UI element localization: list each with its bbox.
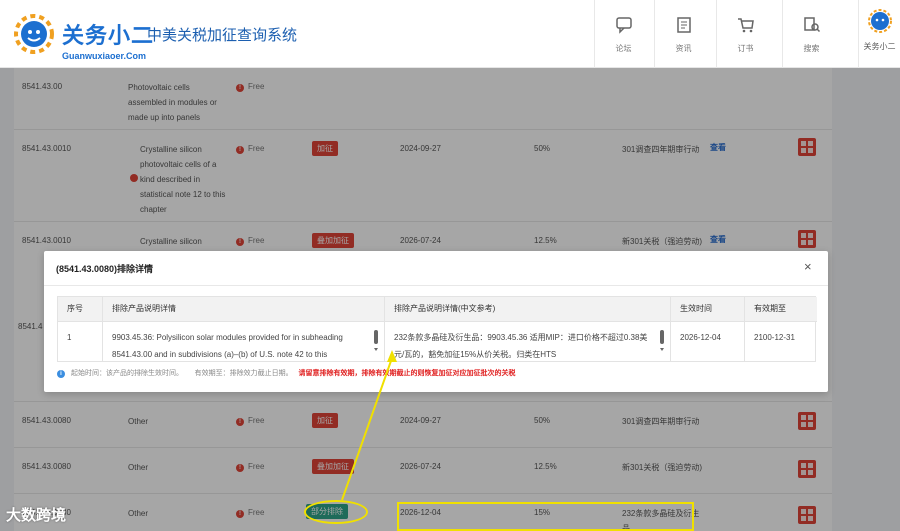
annotation-arrow xyxy=(341,350,397,501)
annotation-highlight-tag xyxy=(304,500,368,524)
annotation-highlight-row xyxy=(397,502,694,531)
watermark: 大数跨境 xyxy=(6,506,67,524)
